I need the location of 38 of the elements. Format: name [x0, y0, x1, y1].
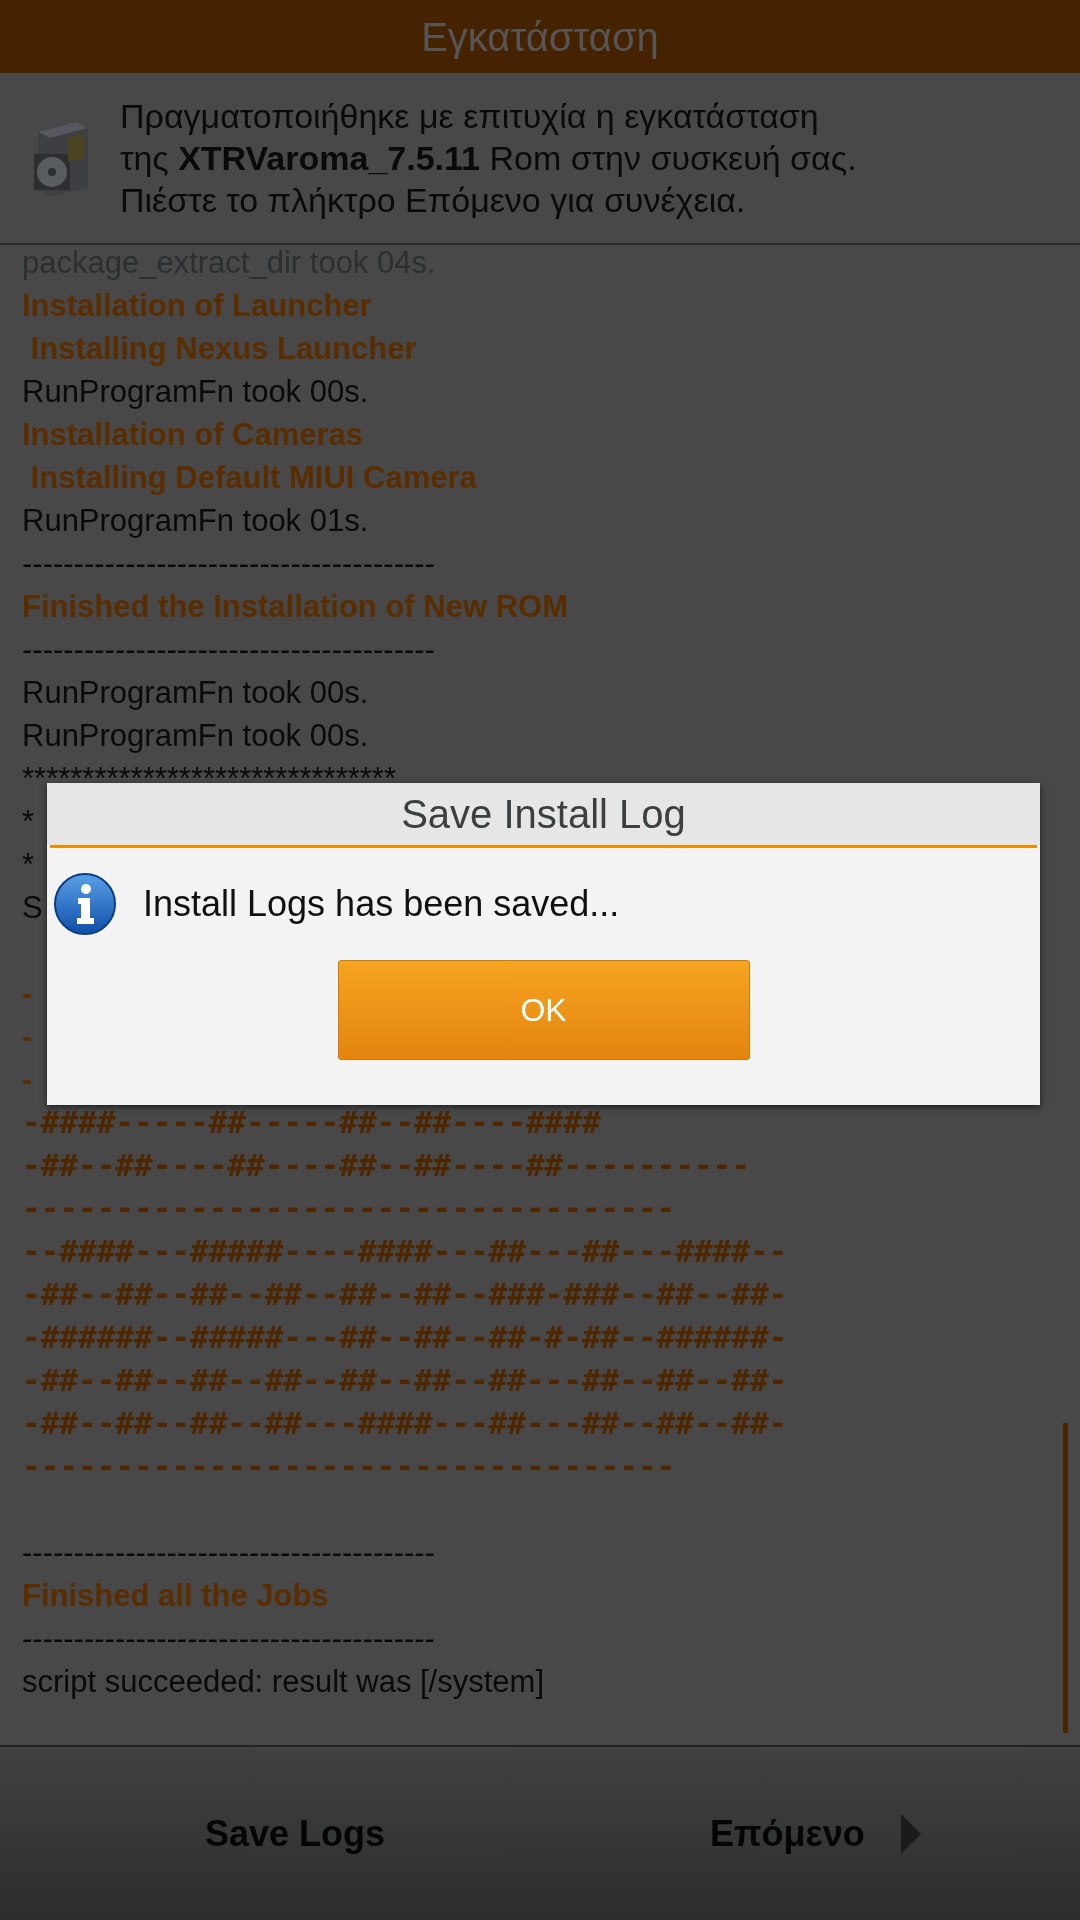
- log-line: Finished the Installation of New ROM: [22, 588, 568, 626]
- log-line: Installing Nexus Launcher: [29, 330, 417, 368]
- log-line: script succeeded: result was [/system]: [22, 1663, 545, 1701]
- ascii-art-line: -----------------------------------: [22, 1447, 676, 1486]
- log-line: -: [22, 1018, 33, 1056]
- log-line: Installation of Cameras: [22, 416, 364, 454]
- info-icon: [53, 872, 117, 936]
- scrollbar[interactable]: [1063, 1423, 1068, 1733]
- log-line: RunProgramFn took 00s.: [22, 674, 369, 712]
- log-line: -: [22, 1061, 33, 1099]
- ascii-art-line: -######--#####---##--##--##-#-##--######-: [22, 1318, 788, 1357]
- log-line: Installing Default MIUI Camera: [29, 459, 477, 497]
- log-line: ----------------------------------------: [22, 1534, 435, 1572]
- ascii-art-line: -----------------------------------: [22, 1189, 676, 1228]
- dialog-message: Install Logs has been saved...: [143, 882, 620, 926]
- log-line: -: [22, 975, 33, 1013]
- ascii-art-line: -##--##--##--##--##--##--##---##--##--##-: [22, 1361, 788, 1400]
- log-line: RunProgramFn took 00s.: [22, 373, 369, 411]
- log-line: *: [22, 846, 35, 884]
- log-line: *******************************: [22, 760, 396, 798]
- log-line: Finished all the Jobs: [22, 1577, 329, 1615]
- ok-button[interactable]: OK: [337, 960, 750, 1060]
- ascii-art-line: --####---#####----####---##---##---####--: [22, 1232, 788, 1271]
- success-message: Πραγματοποιήθηκε με επιτυχία η εγκατάσταση της XTRVaroma_7.5.11 Rom στην συσκευή σας. Πιέστε το πλήκτρο Επόμενο για συνέχεια.: [120, 96, 857, 221]
- ascii-art-line: -##--##----##----##--##----##----------: [22, 1146, 750, 1185]
- log-line: ----------------------------------------: [22, 545, 435, 583]
- ascii-art-line: -##--##--##--##--##--##--###-###--##--##-: [22, 1275, 788, 1314]
- screen-title: Εγκατάσταση: [421, 13, 659, 61]
- ascii-art-line: -##--##--##--##---####---##---##--##--##-: [22, 1404, 788, 1443]
- ascii-art-line: -####-----##-----##--##----####: [22, 1103, 601, 1142]
- log-line: S: [22, 889, 43, 927]
- log-line: ----------------------------------------: [22, 631, 435, 669]
- dialog-title: Save Install Log: [401, 791, 686, 838]
- log-line: RunProgramFn took 01s.: [22, 502, 369, 540]
- log-line: ----------------------------------------: [22, 1620, 435, 1658]
- log-line: RunProgramFn took 00s.: [22, 717, 369, 755]
- log-line: Installation of Launcher: [22, 287, 372, 325]
- log-line: *: [22, 803, 35, 841]
